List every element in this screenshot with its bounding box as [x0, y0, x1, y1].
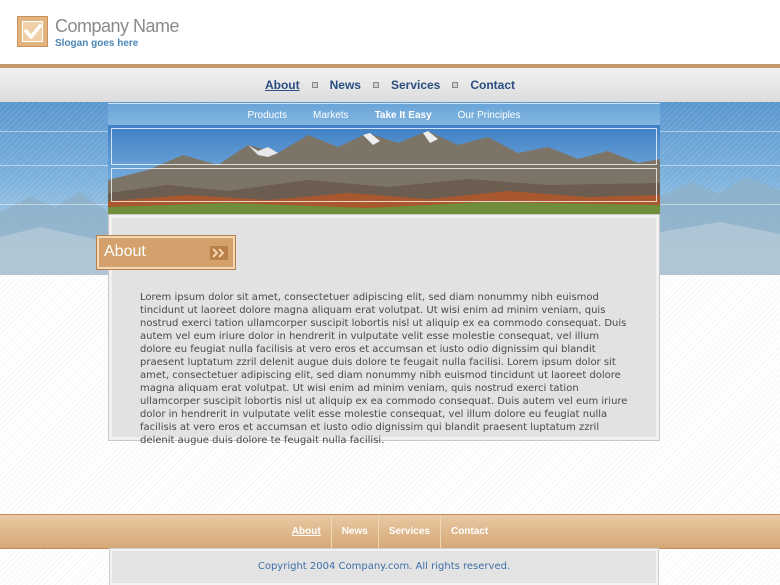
- double-chevron-right-icon: [210, 246, 228, 260]
- footer-nav-contact[interactable]: Contact: [441, 526, 498, 537]
- sub-nav-our-principles[interactable]: Our Principles: [458, 110, 521, 121]
- nav-separator-icon: [452, 82, 459, 88]
- sub-nav-products[interactable]: Products: [248, 110, 287, 121]
- top-nav-services[interactable]: Services: [391, 78, 440, 92]
- nav-separator-icon: [311, 82, 318, 88]
- nav-separator-icon: [372, 82, 379, 88]
- sub-nav: Products Markets Take It Easy Our Princi…: [108, 103, 660, 126]
- banner-photo: [108, 125, 660, 215]
- copyright-panel: Copyright 2004 Company.com. All rights r…: [110, 549, 658, 585]
- sub-nav-take-it-easy[interactable]: Take It Easy: [375, 110, 432, 121]
- section-title: About: [104, 243, 146, 260]
- footer-nav-services[interactable]: Services: [379, 526, 440, 537]
- sub-nav-markets[interactable]: Markets: [313, 110, 349, 121]
- footer-nav: About News Services Contact: [0, 514, 780, 549]
- footer-nav-about[interactable]: About: [282, 526, 331, 537]
- section-body: Lorem ipsum dolor sit amet, consectetuer…: [140, 292, 628, 446]
- logo[interactable]: [17, 16, 48, 47]
- top-nav-news[interactable]: News: [330, 78, 361, 92]
- top-nav: About News Services Contact: [0, 68, 780, 102]
- copyright-text: Copyright 2004 Company.com. All rights r…: [257, 561, 511, 572]
- slogan: Slogan goes here: [55, 38, 139, 49]
- section-title-tab: About: [97, 236, 235, 269]
- company-name[interactable]: Company Name: [55, 16, 180, 37]
- top-nav-about[interactable]: About: [265, 78, 300, 92]
- checkmark-icon: [24, 24, 42, 39]
- top-nav-contact[interactable]: Contact: [470, 78, 515, 92]
- footer-nav-news[interactable]: News: [332, 526, 378, 537]
- site-header: Company Name Slogan goes here: [0, 0, 780, 64]
